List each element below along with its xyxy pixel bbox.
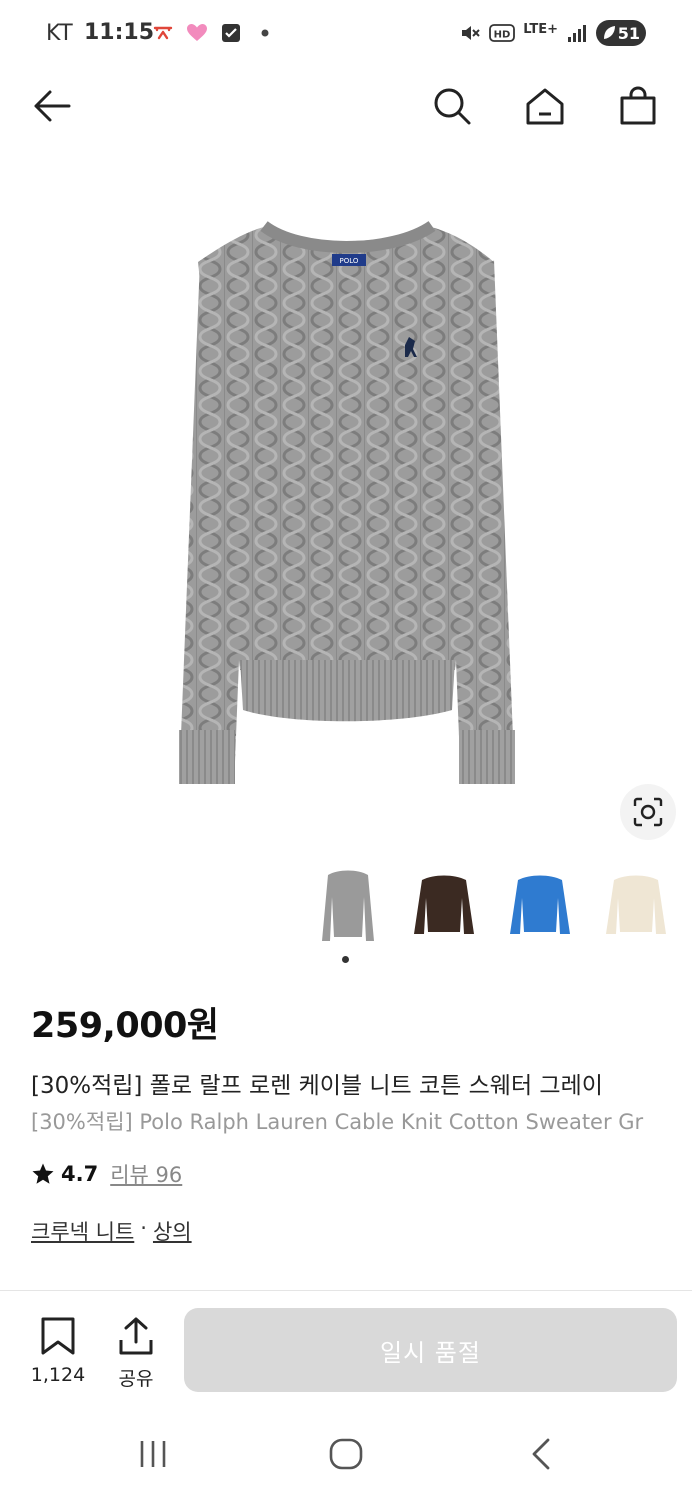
rating-row: 4.7 리뷰 96 [31,1159,182,1189]
sweater-image: POLO [179,220,515,784]
home-button[interactable] [523,84,567,128]
app-bar [0,68,692,144]
product-price: 259,000원 [31,1006,219,1046]
thumbnail-grey[interactable] [312,862,384,952]
title-fade [652,1060,692,1140]
back-nav-button[interactable] [516,1434,566,1474]
bookmark-count: 1,124 [30,1364,86,1386]
back-button[interactable] [30,84,74,128]
carrier-label: KT [46,21,74,46]
category-separator: · [140,1216,147,1240]
star-icon [32,1163,54,1184]
share-label: 공유 [118,1368,154,1390]
category-link-tops[interactable]: 상의 [153,1216,192,1246]
checkbox-icon [220,22,242,44]
recent-apps-icon [140,1441,166,1467]
home-nav-icon [329,1438,363,1470]
thumbnail-cream[interactable] [600,862,672,952]
product-title-korean: [30%적립] 폴로 랄프 로렌 케이블 니트 코튼 스웨터 그레이 [31,1073,603,1099]
system-nav-bar [0,1420,692,1500]
product-image[interactable]: POLO [0,150,692,850]
more-dot-icon [254,22,276,44]
network-label: LTE+ [523,21,558,37]
bookmark-button[interactable]: 1,124 [28,1316,88,1386]
hd-icon: HD [489,22,516,44]
back-arrow-icon [34,90,71,122]
home-nav-button[interactable] [321,1434,371,1474]
bookmark-icon [41,1317,75,1355]
thumbnail-brown[interactable] [408,862,480,952]
product-title-english: [30%적립] Polo Ralph Lauren Cable Knit Cot… [31,1110,644,1134]
color-thumbnails [312,862,672,952]
system-icons: HD LTE+ 51 [459,20,646,46]
thumbnail-blue[interactable] [504,862,576,952]
review-link[interactable]: 리뷰 96 [110,1159,182,1189]
notification-app-icon [152,22,174,44]
clock: 11:15 [84,20,155,45]
back-nav-icon [532,1438,550,1470]
hd-label: HD [494,30,511,41]
heart-icon [186,22,208,44]
share-icon [119,1317,153,1355]
mute-icon [459,22,481,44]
signal-icon [566,22,588,44]
category-link-crewneck[interactable]: 크루넥 니트 [31,1216,134,1246]
battery-indicator: 51 [596,20,646,46]
home-icon [526,88,564,125]
brand-label: POLO [340,257,359,265]
image-search-button[interactable] [620,784,676,840]
battery-saver-icon [604,26,615,39]
bottom-divider [0,1290,692,1291]
page-indicator-dot [342,956,349,963]
status-bar: KT 11:15 HD LTE+ 51 [0,0,692,68]
recent-apps-button[interactable] [128,1434,178,1474]
rating-score: 4.7 [61,1162,99,1186]
image-search-icon [633,797,663,827]
search-button[interactable] [430,84,474,128]
cart-button[interactable] [616,84,660,128]
shopping-bag-icon [620,86,656,125]
battery-level: 51 [617,23,640,43]
category-breadcrumb: 크루넥 니트 · 상의 [31,1216,192,1246]
share-button[interactable]: 공유 [106,1316,166,1391]
soldout-button[interactable]: 일시 품절 [184,1308,677,1392]
search-icon [434,88,471,125]
notification-icons [152,22,276,44]
